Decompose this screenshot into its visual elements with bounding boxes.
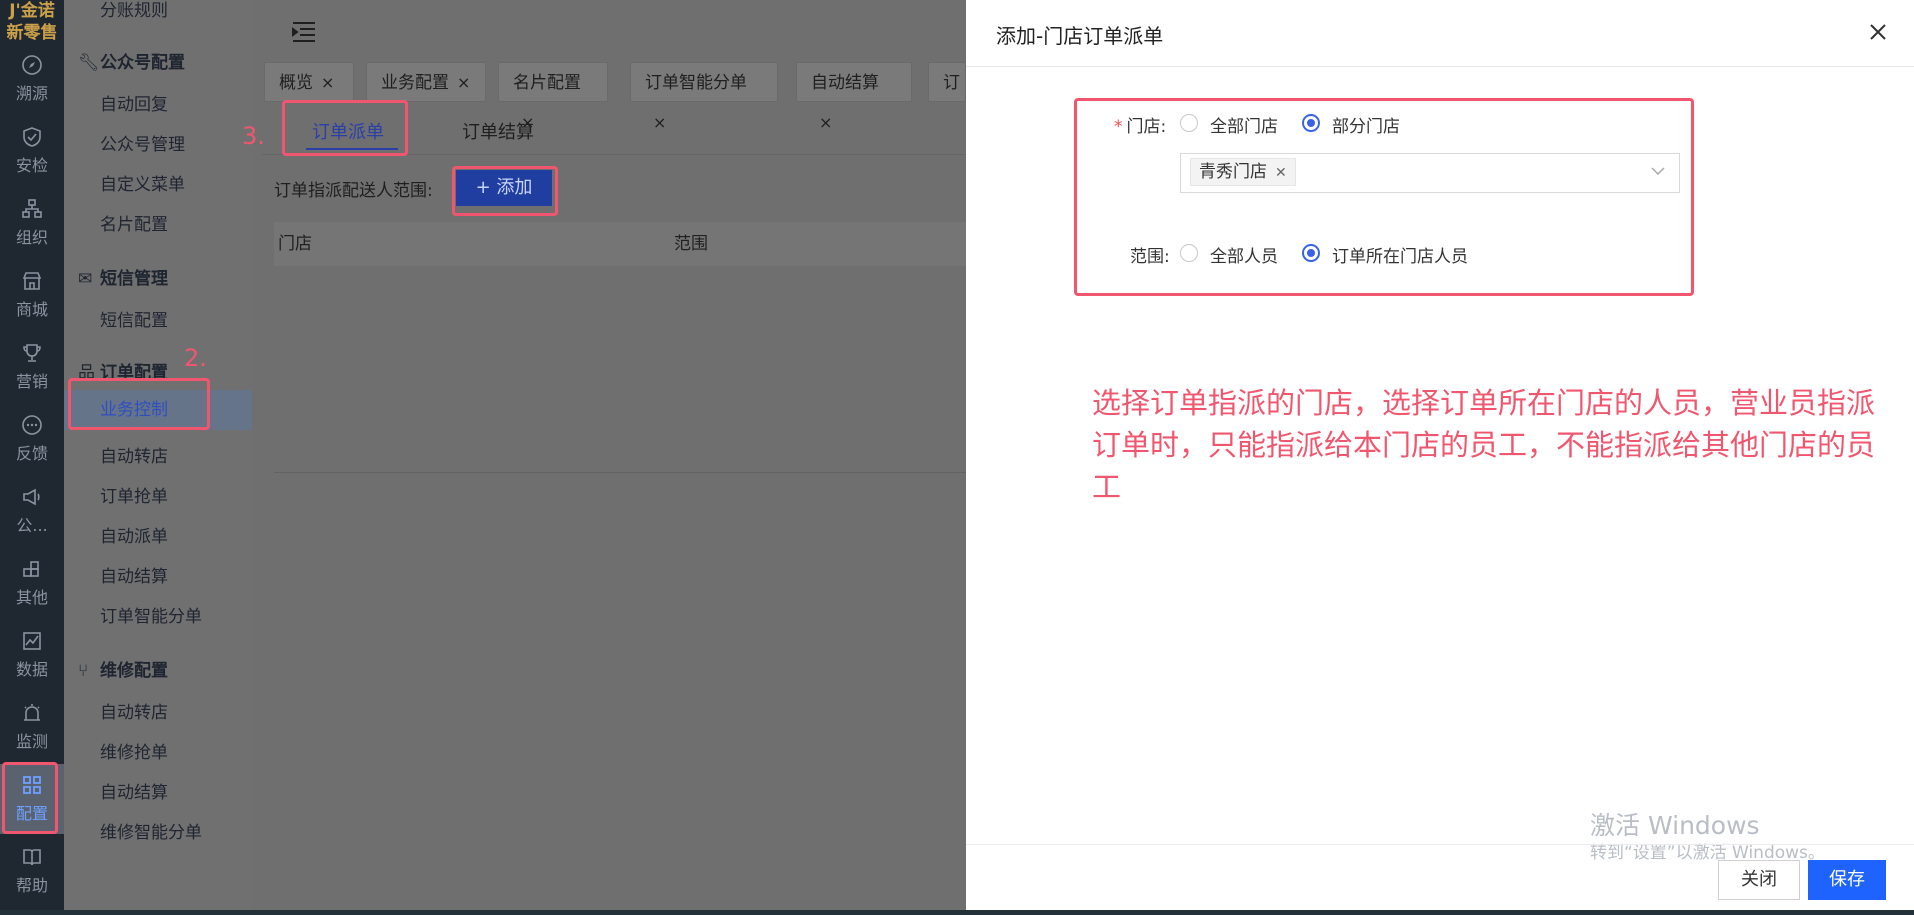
compass-icon bbox=[22, 55, 42, 75]
menu-group-sms[interactable]: ✉ 短信管理 bbox=[78, 264, 168, 289]
chevron-down-icon[interactable] bbox=[1650, 163, 1666, 179]
radio-all-stores-label[interactable]: 全部门店 bbox=[1210, 112, 1278, 137]
menu-item-auto-reply[interactable]: 自动回复 bbox=[100, 90, 168, 115]
menu-group-wechat[interactable]: 🔧︎公众号配置 bbox=[78, 48, 185, 73]
org-icon bbox=[22, 199, 42, 218]
rail-item-help[interactable]: 帮助 bbox=[0, 836, 64, 906]
rail-item-org[interactable]: 组织 bbox=[0, 188, 64, 258]
rail-item-trace[interactable]: 溯源 bbox=[0, 44, 64, 114]
annotation-box-4 bbox=[452, 166, 558, 216]
menu-item-repair-settle[interactable]: 自动结算 bbox=[100, 778, 168, 803]
store-label: * 门店: bbox=[1114, 117, 1167, 137]
rail-item-monitor[interactable]: 监测 bbox=[0, 692, 64, 762]
menu-item-wechat-manage[interactable]: 公众号管理 bbox=[100, 130, 185, 155]
annotation-box-1 bbox=[2, 762, 58, 834]
annotation-box-2 bbox=[68, 378, 210, 430]
radio-partial-stores[interactable] bbox=[1302, 114, 1320, 132]
menu-item-auto-transfer[interactable]: 自动转店 bbox=[100, 442, 168, 467]
tab-card-config[interactable]: 名片配置× bbox=[498, 62, 608, 132]
rail-item-other[interactable]: 其他 bbox=[0, 548, 64, 618]
radio-all-staff[interactable] bbox=[1180, 244, 1198, 262]
menu-item-auto-dispatch[interactable]: 自动派单 bbox=[100, 522, 168, 547]
taskbar-strip bbox=[0, 910, 1914, 915]
tab-close-icon[interactable]: × bbox=[653, 113, 666, 132]
rail-item-mall[interactable]: 商城 bbox=[0, 260, 64, 330]
drawer-footer-divider bbox=[966, 844, 1914, 845]
annotation-label-2: 2. bbox=[184, 344, 207, 372]
required-mark: * bbox=[1114, 117, 1123, 137]
rail-item-security[interactable]: 安检 bbox=[0, 116, 64, 186]
menu-item-card-config[interactable]: 名片配置 bbox=[100, 210, 168, 235]
scope-field-label: 范围: bbox=[1130, 247, 1170, 267]
collapse-menu-icon[interactable] bbox=[290, 20, 318, 44]
store-icon bbox=[22, 272, 42, 290]
mail-icon: ✉ bbox=[78, 269, 93, 289]
table-header-scope: 范围 bbox=[674, 234, 708, 254]
table-bottom-divider bbox=[274, 472, 966, 473]
tab-close-icon[interactable]: × bbox=[457, 73, 470, 92]
rail-item-announce[interactable]: 公... bbox=[0, 476, 64, 546]
branch-icon: ⑂ bbox=[78, 661, 89, 681]
menu-item-repair-grab[interactable]: 维修抢单 bbox=[100, 738, 168, 763]
chart-icon bbox=[23, 632, 41, 650]
annotation-label-3: 3. bbox=[242, 122, 265, 150]
table-header: 门店 范围 bbox=[274, 222, 966, 266]
menu-item-repair-smart-split[interactable]: 维修智能分单 bbox=[100, 818, 202, 843]
drawer-title: 添加-门店订单派单 bbox=[996, 24, 1164, 48]
tab-order[interactable]: 订单 bbox=[928, 62, 966, 102]
menu-group-repair[interactable]: ⑂ 维修配置 bbox=[78, 656, 168, 681]
scope-label: 订单指派配送人范围: bbox=[274, 181, 433, 201]
book-icon bbox=[23, 849, 41, 866]
radio-all-staff-label[interactable]: 全部人员 bbox=[1210, 242, 1278, 267]
table-header-store: 门店 bbox=[278, 234, 312, 254]
menu-item-split-rules[interactable]: 分账规则 bbox=[100, 0, 168, 21]
tab-auto-settle[interactable]: 自动结算× bbox=[796, 62, 912, 132]
radio-store-staff[interactable] bbox=[1302, 244, 1320, 262]
menu-item-auto-settle[interactable]: 自动结算 bbox=[100, 562, 168, 587]
tab-overview[interactable]: 概览 × bbox=[264, 62, 354, 102]
radio-store-staff-label[interactable]: 订单所在门店人员 bbox=[1332, 242, 1468, 267]
blocks-icon bbox=[23, 561, 39, 577]
instruction-note: 选择订单指派的门店，选择订单所在门店的人员，营业员指派订单时，只能指派给本门店的… bbox=[1092, 386, 1876, 504]
rail-item-feedback[interactable]: 反馈 bbox=[0, 404, 64, 474]
close-button[interactable]: 关闭 bbox=[1718, 860, 1800, 900]
menu-item-smart-split[interactable]: 订单智能分单 bbox=[100, 602, 202, 627]
wrench-icon: 🔧︎ bbox=[78, 53, 100, 73]
rail-item-data[interactable]: 数据 bbox=[0, 620, 64, 690]
tab-close-icon[interactable]: × bbox=[321, 73, 334, 92]
menu-item-repair-transfer[interactable]: 自动转店 bbox=[100, 698, 168, 723]
alarm-icon bbox=[24, 704, 40, 721]
annotation-box-3 bbox=[282, 100, 408, 156]
drawer-header-divider bbox=[966, 66, 1914, 67]
tab-business-config[interactable]: 业务配置 × bbox=[366, 62, 486, 102]
selected-store-chip: 青秀门店 ✕ bbox=[1190, 158, 1296, 186]
radio-all-stores[interactable] bbox=[1180, 114, 1198, 132]
chat-icon bbox=[22, 415, 42, 435]
save-button[interactable]: 保存 bbox=[1808, 860, 1886, 900]
close-icon[interactable] bbox=[1864, 18, 1892, 46]
shield-icon bbox=[23, 127, 41, 147]
chip-remove-icon[interactable]: ✕ bbox=[1275, 165, 1287, 181]
trophy-icon bbox=[23, 344, 41, 362]
subtab-order-settle[interactable]: 订单结算 bbox=[462, 118, 534, 144]
megaphone-icon bbox=[23, 488, 40, 506]
tab-smart-split[interactable]: 订单智能分单× bbox=[630, 62, 778, 132]
rail-item-marketing[interactable]: 营销 bbox=[0, 332, 64, 402]
menu-item-sms-config[interactable]: 短信配置 bbox=[100, 306, 168, 331]
menu-item-custom-menu[interactable]: 自定义菜单 bbox=[100, 170, 185, 195]
menu-item-order-grab[interactable]: 订单抢单 bbox=[100, 482, 168, 507]
radio-partial-stores-label[interactable]: 部分门店 bbox=[1332, 112, 1400, 137]
tab-close-icon[interactable]: × bbox=[819, 113, 832, 132]
windows-watermark-title: 激活 Windows bbox=[1590, 811, 1760, 840]
